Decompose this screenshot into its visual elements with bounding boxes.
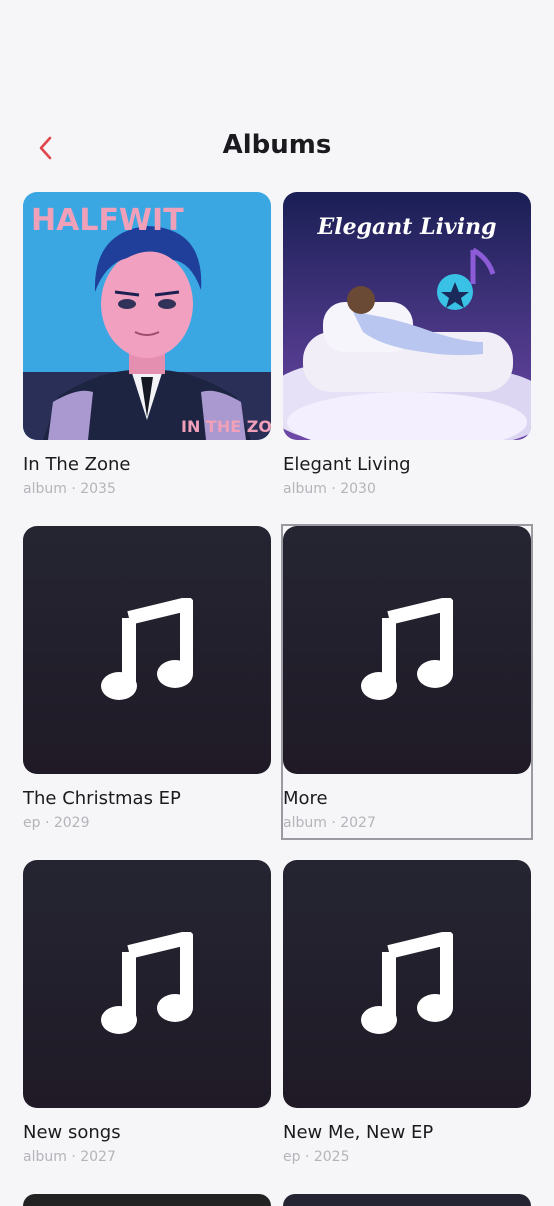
album-card-new-songs[interactable]: New songs album · 2027 <box>23 860 271 1172</box>
page-title: Albums <box>222 130 332 160</box>
album-card-partial[interactable] <box>23 1194 271 1206</box>
album-cover: HALFWIT IN THE ZONE <box>23 192 271 440</box>
album-card-elegant-living[interactable]: Elegant Living Elegant Living album · 20… <box>283 192 531 504</box>
cover-halfwit: HALFWIT IN THE ZONE <box>23 192 271 440</box>
album-card-more[interactable]: More album · 2027 <box>281 524 533 840</box>
cover-text-top: HALFWIT <box>31 203 184 238</box>
album-title: Elegant Living <box>283 454 411 475</box>
album-meta: album · 2035 <box>23 481 116 497</box>
album-title: New Me, New EP <box>283 1122 434 1143</box>
music-note-icon <box>361 598 453 700</box>
header: Albums <box>0 110 554 180</box>
album-cover-placeholder <box>23 860 271 1108</box>
cover-text-top: Elegant Living <box>317 214 497 240</box>
album-cover: Elegant Living <box>283 192 531 440</box>
album-cover-placeholder <box>283 860 531 1108</box>
album-cover-placeholder <box>283 526 531 774</box>
album-cover-placeholder <box>23 526 271 774</box>
album-title: More <box>283 788 328 809</box>
album-meta: album · 2027 <box>283 815 376 831</box>
music-note-icon <box>101 598 193 700</box>
album-title: The Christmas EP <box>23 788 181 809</box>
cover-elegant: Elegant Living <box>283 192 531 440</box>
album-meta: album · 2030 <box>283 481 376 497</box>
music-note-icon <box>361 932 453 1034</box>
cover-text-bottom: IN THE ZONE <box>181 417 271 436</box>
album-card-in-the-zone[interactable]: HALFWIT IN THE ZONE In The Zone album · … <box>23 192 271 504</box>
album-meta: album · 2027 <box>23 1149 116 1165</box>
music-note-icon <box>101 932 193 1034</box>
album-meta: ep · 2029 <box>23 815 90 831</box>
album-title: In The Zone <box>23 454 131 475</box>
album-card-partial[interactable] <box>283 1194 531 1206</box>
album-meta: ep · 2025 <box>283 1149 350 1165</box>
album-card-new-me-new-ep[interactable]: New Me, New EP ep · 2025 <box>283 860 531 1172</box>
album-title: New songs <box>23 1122 121 1143</box>
album-card-the-christmas-ep[interactable]: The Christmas EP ep · 2029 <box>23 526 271 838</box>
